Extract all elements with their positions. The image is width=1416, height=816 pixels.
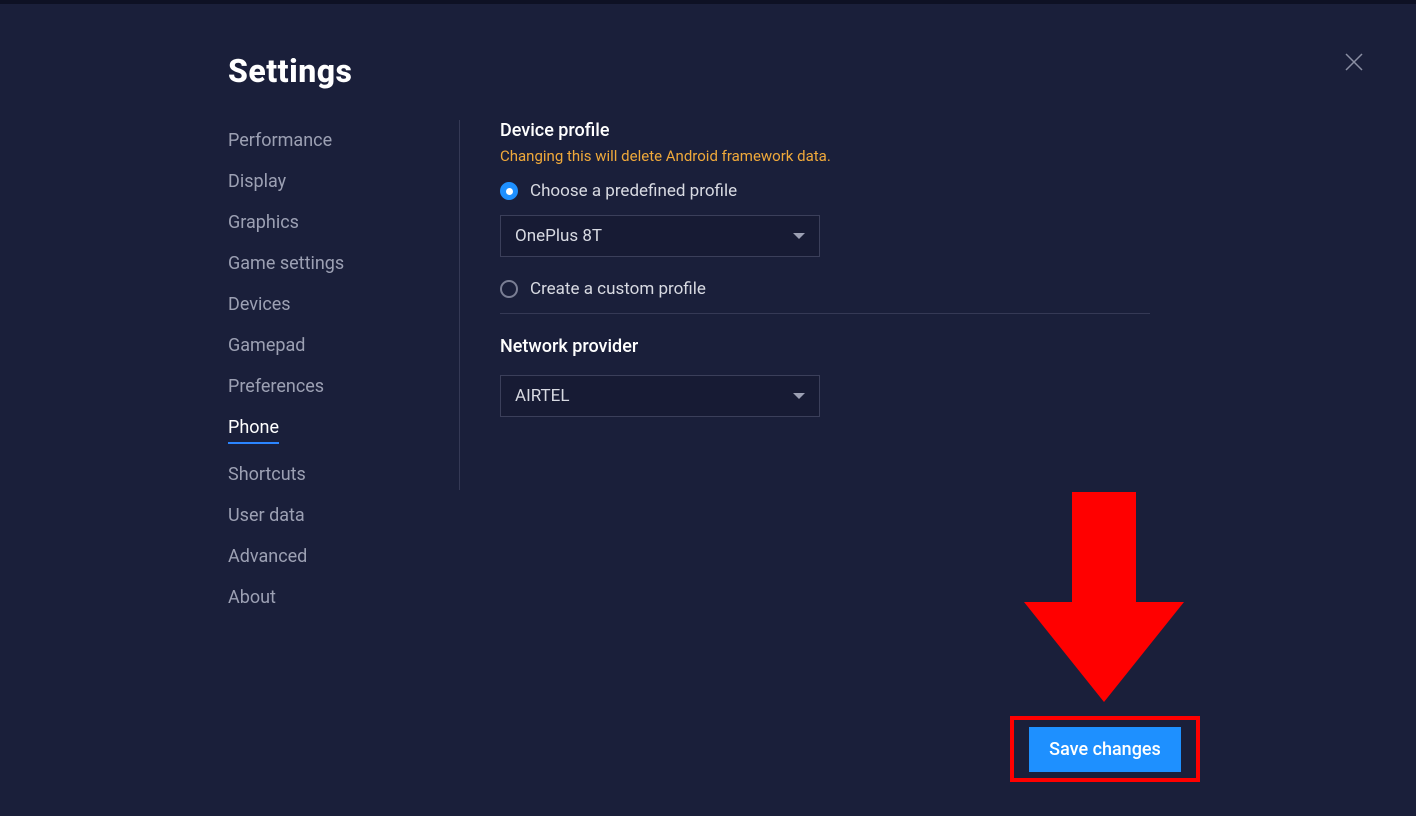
sidebar-item-label: Gamepad [228,335,305,356]
section-divider [500,313,1150,314]
radio-unselected-icon [500,280,518,298]
page-title: Settings [228,52,352,90]
window-top-strip [0,0,1416,4]
sidebar-item-preferences[interactable]: Preferences [228,376,324,397]
network-provider-heading: Network provider [500,336,1160,357]
network-provider-select[interactable]: AIRTEL [500,375,820,417]
sidebar-item-performance[interactable]: Performance [228,130,332,151]
sidebar-item-advanced[interactable]: Advanced [228,546,307,567]
vertical-divider [459,120,460,490]
sidebar-item-label: About [228,587,276,608]
sidebar-item-label: User data [228,505,305,526]
save-changes-button[interactable]: Save changes [1029,727,1181,772]
radio-label: Create a custom profile [530,279,706,299]
chevron-down-icon [793,393,805,399]
radio-label: Choose a predefined profile [530,181,737,201]
sidebar-item-label: Devices [228,294,291,315]
sidebar-item-game-settings[interactable]: Game settings [228,253,344,274]
settings-container: Performance Display Graphics Game settin… [0,0,1416,816]
settings-sidebar: Performance Display Graphics Game settin… [228,48,460,816]
sidebar-item-label: Phone [228,417,279,438]
device-profile-warning: Changing this will delete Android framew… [500,147,1160,165]
sidebar-item-about[interactable]: About [228,587,276,608]
sidebar-item-user-data[interactable]: User data [228,505,305,526]
sidebar-item-label: Preferences [228,376,324,397]
settings-content: Device profile Changing this will delete… [460,48,1160,816]
sidebar-item-phone[interactable]: Phone [228,417,279,444]
save-highlight-box: Save changes [1010,716,1200,782]
sidebar-item-devices[interactable]: Devices [228,294,291,315]
select-value: OnePlus 8T [515,226,602,246]
sidebar-item-label: Advanced [228,546,307,567]
device-profile-heading: Device profile [500,120,1160,141]
sidebar-item-label: Graphics [228,212,299,233]
radio-predefined-profile[interactable]: Choose a predefined profile [500,181,1160,201]
select-value: AIRTEL [515,386,570,406]
sidebar-item-label: Game settings [228,253,344,274]
sidebar-item-gamepad[interactable]: Gamepad [228,335,305,356]
sidebar-item-graphics[interactable]: Graphics [228,212,299,233]
sidebar-item-label: Shortcuts [228,464,306,485]
sidebar-item-label: Performance [228,130,332,151]
sidebar-item-label: Display [228,171,286,192]
sidebar-item-shortcuts[interactable]: Shortcuts [228,464,306,485]
close-icon [1342,50,1366,74]
radio-custom-profile[interactable]: Create a custom profile [500,279,1160,299]
radio-selected-icon [500,182,518,200]
close-button[interactable] [1342,50,1366,74]
chevron-down-icon [793,233,805,239]
device-profile-select[interactable]: OnePlus 8T [500,215,820,257]
sidebar-item-display[interactable]: Display [228,171,286,192]
